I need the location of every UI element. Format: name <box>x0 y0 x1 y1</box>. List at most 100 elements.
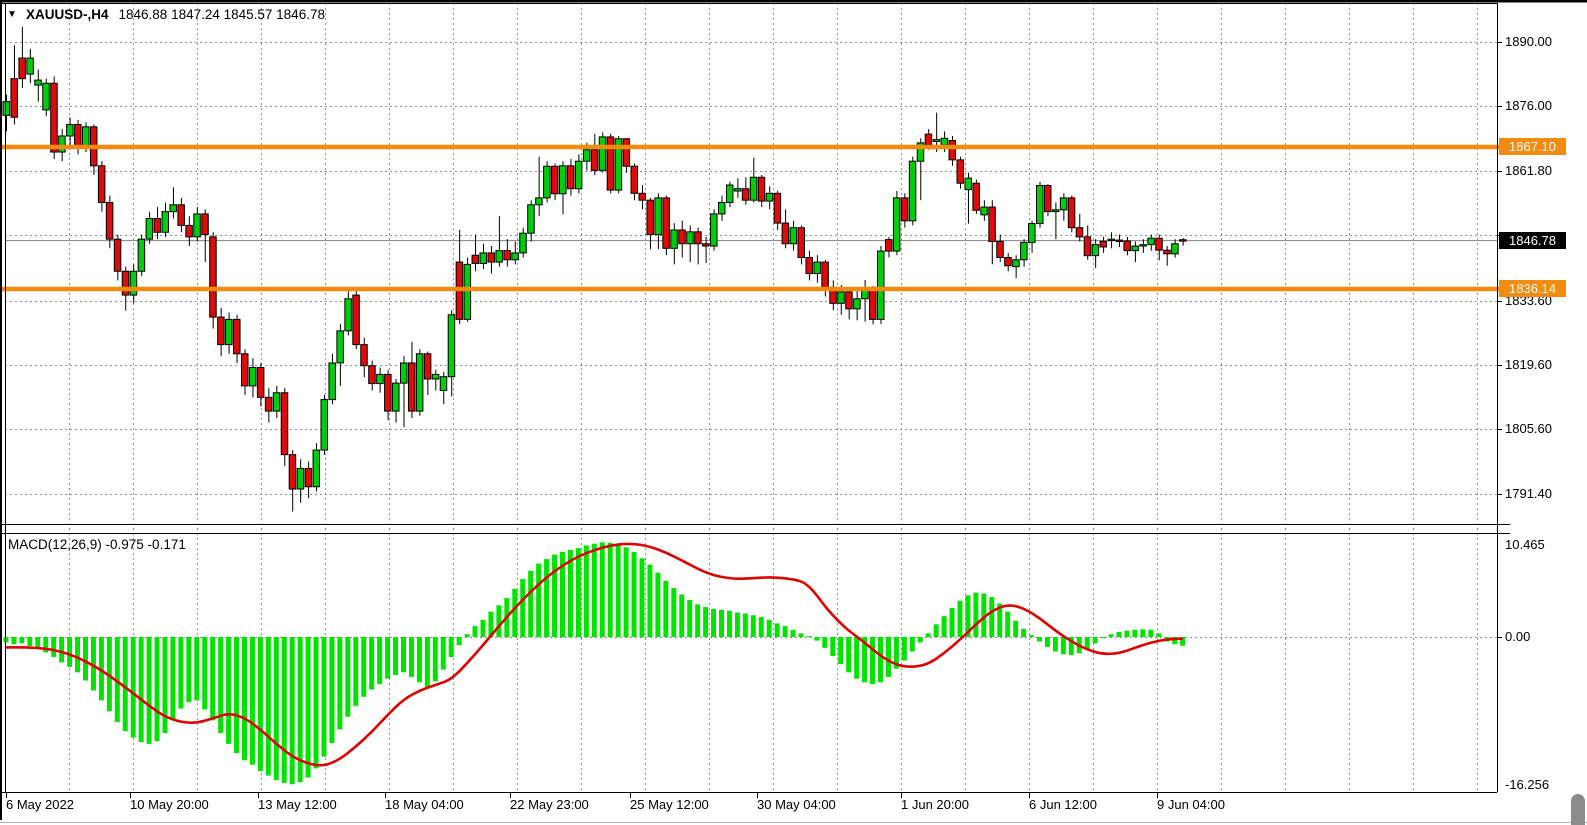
candle-body <box>575 161 582 189</box>
macd-histogram-bar <box>385 637 390 679</box>
candle-body <box>981 207 988 215</box>
macd-histogram-bar <box>163 637 168 733</box>
candle-body <box>679 230 686 244</box>
macd-histogram-bar <box>1093 637 1098 643</box>
macd-histogram-bar <box>465 634 470 637</box>
candle-body <box>965 178 972 189</box>
candle-body <box>257 368 264 398</box>
candle-body <box>806 257 813 273</box>
candle-body <box>552 166 559 194</box>
collapse-triangle-icon[interactable]: ▼ <box>7 7 17 23</box>
macd-histogram-bar <box>1013 621 1018 637</box>
candle-body <box>504 251 511 260</box>
candle-body <box>472 255 479 263</box>
macd-histogram-bar <box>512 589 517 637</box>
macd-histogram-bar <box>1053 637 1058 651</box>
candle-body <box>1068 198 1075 228</box>
macd-histogram-bar <box>123 637 128 731</box>
macd-histogram-bar <box>337 637 342 729</box>
time-tick-label: 30 May 04:00 <box>757 797 836 813</box>
macd-histogram-bar <box>735 613 740 637</box>
macd-histogram-bar <box>814 637 819 641</box>
macd-histogram-bar <box>27 637 32 646</box>
macd-histogram-bar <box>1140 629 1145 637</box>
candle-body <box>671 230 678 248</box>
candle-body <box>1116 240 1123 241</box>
macd-histogram-bar <box>51 637 56 657</box>
candle-body <box>1172 244 1179 254</box>
macd-histogram-bar <box>958 601 963 637</box>
candle-body <box>790 228 797 244</box>
time-tick-label: 25 May 12:00 <box>630 797 709 813</box>
macd-histogram-bar <box>83 637 88 680</box>
candle-body <box>106 202 113 239</box>
candle-body <box>170 205 177 212</box>
macd-histogram-bar <box>687 600 692 637</box>
chart-area[interactable] <box>0 0 1587 825</box>
candle-body <box>313 450 320 487</box>
macd-histogram-bar <box>1045 637 1050 647</box>
candle-body <box>1084 237 1091 256</box>
candle-body <box>1013 260 1020 267</box>
macd-histogram-bar <box>377 637 382 684</box>
macd-histogram-bar <box>1085 637 1090 649</box>
macd-histogram-bar <box>496 605 501 637</box>
macd-histogram-bar <box>131 637 136 738</box>
macd-histogram-bar <box>520 579 525 637</box>
macd-histogram-bar <box>910 637 915 651</box>
macd-histogram-bar <box>1101 637 1106 638</box>
macd-histogram-bar <box>290 637 295 784</box>
macd-histogram-bar <box>640 558 645 637</box>
candle-body <box>734 189 741 191</box>
macd-histogram-bar <box>886 637 891 677</box>
macd-histogram-bar <box>719 610 724 637</box>
candle-body <box>1060 198 1067 210</box>
candle-body <box>1148 238 1155 244</box>
macd-histogram-bar <box>902 637 907 661</box>
candle-body <box>520 233 527 253</box>
candle-body <box>1100 241 1107 247</box>
candle-body <box>1108 239 1115 240</box>
macd-histogram-bar <box>544 559 549 637</box>
macd-histogram-bar <box>369 637 374 690</box>
candle-body <box>1052 210 1059 212</box>
candle-body <box>393 383 400 411</box>
candle-body <box>130 271 137 295</box>
candle-body <box>27 58 33 74</box>
candle-body <box>1092 245 1099 256</box>
macd-indicator-label: MACD(12,26,9) -0.975 -0.171 <box>8 537 186 553</box>
candle-body <box>774 193 781 223</box>
macd-histogram-bar <box>409 637 414 677</box>
macd-histogram-bar <box>918 637 923 642</box>
vertical-scrollbar-thumb[interactable] <box>1571 794 1585 825</box>
time-tick-label: 13 May 12:00 <box>258 797 337 813</box>
macd-histogram-bar <box>647 565 652 637</box>
macd-histogram-bar <box>1124 631 1129 637</box>
macd-histogram-bar <box>75 637 80 672</box>
macd-histogram-bar <box>250 637 255 765</box>
candle-body <box>242 354 249 386</box>
macd-histogram-bar <box>19 637 24 643</box>
candle-body <box>51 83 58 152</box>
macd-histogram-bar <box>870 637 875 684</box>
macd-histogram-bar <box>274 637 279 780</box>
candle-body <box>178 205 185 226</box>
macd-histogram-bar <box>783 626 788 637</box>
candle-body <box>687 232 694 244</box>
candle-body <box>758 177 765 201</box>
candle-body <box>814 262 821 273</box>
window-top-border <box>0 0 1587 3</box>
price-tick-label: 1876.00 <box>1505 98 1552 114</box>
candle-body <box>162 212 169 233</box>
candle-body <box>416 354 423 411</box>
candle-body <box>401 363 408 383</box>
candle-body <box>138 239 145 271</box>
candle-body <box>766 193 773 201</box>
candle-body <box>122 271 129 295</box>
candle-body <box>329 363 336 400</box>
price-tick-label: 1805.60 <box>1505 421 1552 437</box>
candle-body <box>846 292 853 309</box>
macd-histogram-bar <box>210 637 215 720</box>
candle-body <box>154 219 161 233</box>
candle-body <box>1156 238 1163 250</box>
